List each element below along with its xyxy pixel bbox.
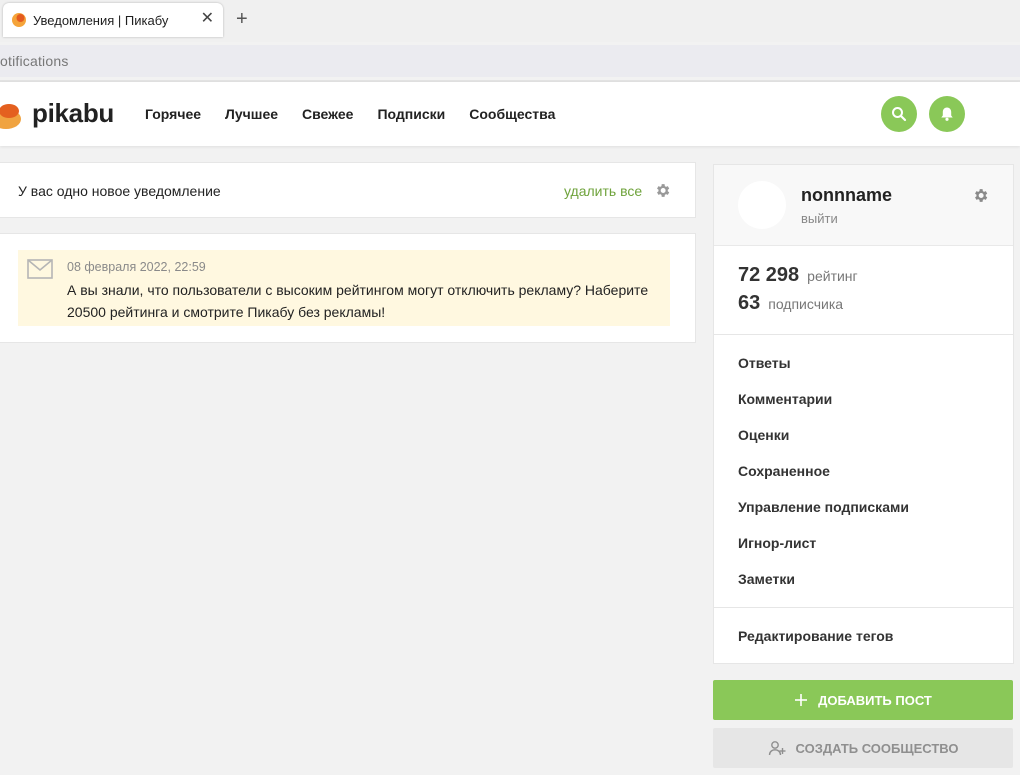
divider <box>714 334 1013 335</box>
notifications-count: У вас одно новое уведомление <box>18 183 221 199</box>
address-bar[interactable]: otifications <box>0 45 1020 77</box>
menu-answers[interactable]: Ответы <box>738 355 791 371</box>
divider <box>714 607 1013 608</box>
main-nav: Горячее Лучшее Свежее Подписки Сообществ… <box>145 106 555 122</box>
notification-item[interactable]: 08 февраля 2022, 22:59 А вы знали, что п… <box>18 250 670 326</box>
envelope-icon <box>27 259 53 279</box>
create-community-button[interactable]: СОЗДАТЬ СООБЩЕСТВО <box>713 728 1013 768</box>
rating-label: рейтинг <box>807 268 858 284</box>
notifications-header: У вас одно новое уведомление удалить все <box>0 162 696 218</box>
add-post-button[interactable]: ДОБАВИТЬ ПОСТ <box>713 680 1013 720</box>
browser-tab[interactable]: Уведомления | Пикабу ✕ <box>3 3 223 37</box>
create-community-label: СОЗДАТЬ СООБЩЕСТВО <box>795 740 959 756</box>
notifications-button[interactable] <box>929 96 965 132</box>
notification-text: А вы знали, что пользователи с высоким р… <box>67 282 649 320</box>
nav-subscriptions[interactable]: Подписки <box>377 106 445 122</box>
add-user-icon <box>768 741 786 756</box>
logo-text[interactable]: pikabu <box>32 98 114 129</box>
menu-manage-subscriptions[interactable]: Управление подписками <box>738 499 909 515</box>
nav-communities[interactable]: Сообщества <box>469 106 555 122</box>
pikabu-favicon-icon <box>12 13 26 27</box>
settings-gear-icon[interactable] <box>972 187 989 204</box>
bell-icon <box>941 107 953 121</box>
search-icon <box>892 107 907 122</box>
logout-link[interactable]: выйти <box>801 211 838 226</box>
gear-icon[interactable] <box>654 182 671 199</box>
browser-tab-bar: Уведомления | Пикабу ✕ + <box>0 0 1020 42</box>
tab-title: Уведомления | Пикабу <box>33 13 169 28</box>
rating-value: 72 298 <box>738 264 800 286</box>
nav-hot[interactable]: Горячее <box>145 106 201 122</box>
avatar[interactable] <box>738 181 786 229</box>
menu-saved[interactable]: Сохраненное <box>738 463 830 479</box>
rating-stat: 72 298 рейтинг <box>738 264 858 287</box>
notification-date: 08 февраля 2022, 22:59 <box>67 260 206 274</box>
profile-sidebar: nonnname выйти 72 298 рейтинг 63 подписч… <box>713 164 1014 664</box>
username[interactable]: nonnname <box>801 185 892 206</box>
subscribers-value: 63 <box>738 292 761 314</box>
address-text: otifications <box>0 53 69 69</box>
nav-best[interactable]: Лучшее <box>225 106 278 122</box>
menu-notes[interactable]: Заметки <box>738 571 795 587</box>
new-tab-button[interactable]: + <box>236 8 248 30</box>
add-post-label: ДОБАВИТЬ ПОСТ <box>818 692 932 708</box>
site-header: pikabu Горячее Лучшее Свежее Подписки Со… <box>0 82 1020 146</box>
notifications-list: 08 февраля 2022, 22:59 А вы знали, что п… <box>0 233 696 343</box>
menu-ratings[interactable]: Оценки <box>738 427 789 443</box>
nav-fresh[interactable]: Свежее <box>302 106 353 122</box>
subscribers-stat[interactable]: 63 подписчика <box>738 292 843 315</box>
delete-all-link[interactable]: удалить все <box>564 183 642 199</box>
menu-comments[interactable]: Комментарии <box>738 391 832 407</box>
subscribers-label: подписчика <box>768 296 844 312</box>
menu-ignore-list[interactable]: Игнор-лист <box>738 535 816 551</box>
profile-header: nonnname выйти <box>714 165 1013 246</box>
pikabu-logo-icon[interactable] <box>0 102 22 130</box>
search-button[interactable] <box>881 96 917 132</box>
plus-icon <box>795 694 808 706</box>
tab-close-icon[interactable]: ✕ <box>201 10 214 28</box>
menu-edit-tags[interactable]: Редактирование тегов <box>738 628 893 644</box>
